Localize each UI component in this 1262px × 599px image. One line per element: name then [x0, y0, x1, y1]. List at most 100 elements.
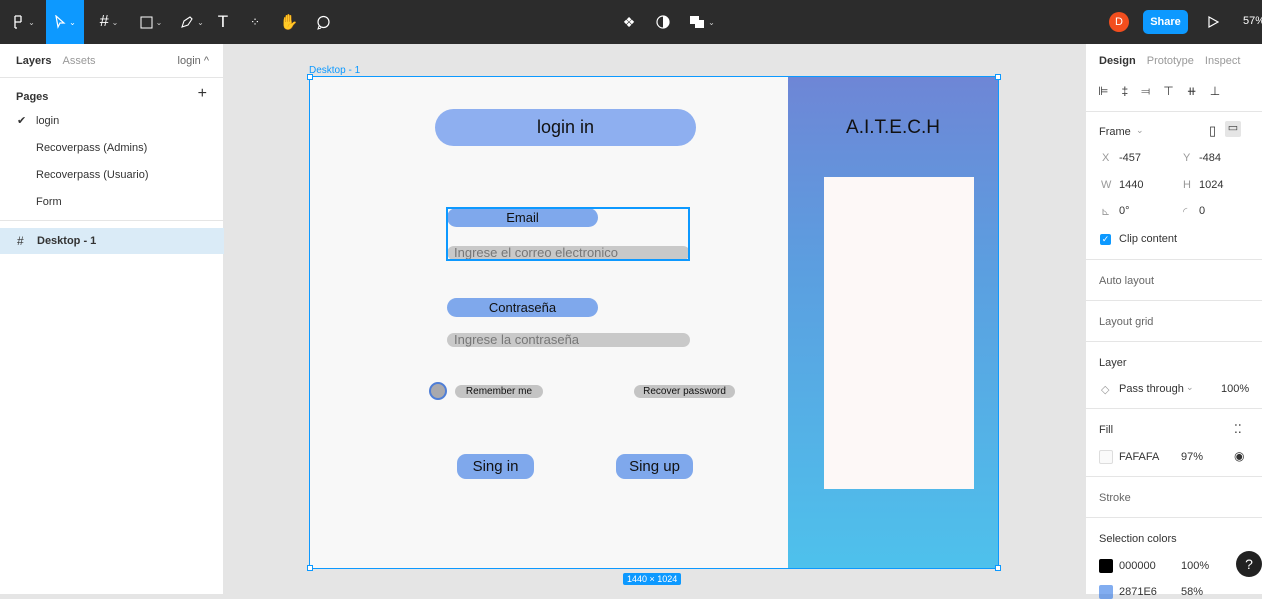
divider [0, 220, 224, 221]
divider [1086, 300, 1262, 301]
frame-icon: # [17, 234, 24, 248]
h-field[interactable]: 1024 [1199, 179, 1223, 191]
eye-icon[interactable]: ◉ [1234, 449, 1244, 463]
pen-tool-button[interactable]: ⌄ [172, 0, 212, 44]
login-title-pill[interactable]: login in [435, 109, 696, 146]
align-left-icon[interactable]: ⊫ [1098, 84, 1108, 99]
page-item-form[interactable]: Form [36, 196, 62, 208]
recover-password-pill[interactable]: Recover password [634, 385, 735, 398]
y-key: Y [1183, 152, 1191, 164]
page-selector[interactable]: login ^ [178, 55, 209, 67]
landscape-icon[interactable]: ▭ [1225, 121, 1241, 137]
fill-swatch[interactable] [1099, 450, 1113, 464]
check-icon: ✔ [17, 115, 27, 127]
y-field[interactable]: -484 [1199, 152, 1221, 164]
sign-in-button[interactable]: Sing in [457, 454, 534, 479]
resize-handle[interactable] [307, 565, 313, 571]
add-page-button[interactable]: + [198, 85, 207, 103]
share-button[interactable]: Share [1143, 10, 1188, 34]
resize-handle[interactable] [995, 565, 1001, 571]
right-panel: Design Prototype Inspect ⊫ ‡ ⫤ ⊤ ⧺ ⊥ Fra… [1085, 44, 1262, 599]
frame-section-title[interactable]: Frame [1099, 126, 1131, 138]
frame-label[interactable]: Desktop - 1 [309, 65, 360, 76]
rotation-field[interactable]: 0° [1119, 205, 1130, 217]
blend-mode-select[interactable]: Pass through [1119, 383, 1184, 395]
selection-colors-title: Selection colors [1099, 533, 1177, 545]
main-menu-button[interactable]: ⌄ [0, 0, 46, 44]
align-center-icon[interactable]: ‡ [1121, 84, 1128, 99]
tab-prototype[interactable]: Prototype [1147, 55, 1194, 67]
page-item-recoverpass-usuario[interactable]: Recoverpass (Usuario) [36, 169, 148, 181]
chevron-down-icon[interactable]: ⌄ [1186, 382, 1194, 393]
right-panel-tabs: Design Prototype Inspect [1099, 55, 1240, 67]
tab-layers[interactable]: Layers [16, 55, 51, 67]
play-icon [1207, 16, 1219, 28]
corner-radius-icon: ◜ [1183, 206, 1188, 218]
page-item-recoverpass-admins[interactable]: Recoverpass (Admins) [36, 142, 147, 154]
frame-tool-button[interactable]: # ⌄ [90, 0, 128, 44]
brand-title[interactable]: A.I.T.E.C.H [788, 117, 998, 139]
radius-field[interactable]: 0 [1199, 205, 1205, 217]
sign-up-button[interactable]: Sing up [616, 454, 693, 479]
fill-opacity-field[interactable]: 97% [1181, 451, 1203, 463]
hand-tool-button[interactable]: ✋ [278, 0, 300, 44]
layer-row-desktop[interactable]: # Desktop - 1 [0, 228, 224, 254]
color-hex[interactable]: 2871E6 [1119, 586, 1157, 598]
color-opacity[interactable]: 100% [1181, 560, 1209, 572]
auto-layout-section[interactable]: Auto layout [1099, 275, 1154, 287]
help-button[interactable]: ? [1236, 551, 1262, 577]
x-field[interactable]: -457 [1119, 152, 1141, 164]
resources-button[interactable]: ⁘ [244, 0, 266, 44]
zoom-level[interactable]: 57% [1243, 15, 1262, 27]
remember-me-pill[interactable]: Remember me [455, 385, 543, 398]
tab-inspect[interactable]: Inspect [1205, 55, 1240, 67]
align-middle-icon[interactable]: ⧺ [1187, 84, 1197, 99]
password-input[interactable]: Ingrese la contraseña [447, 333, 690, 347]
divider [1086, 408, 1262, 409]
selection-box [446, 207, 690, 261]
color-hex[interactable]: 000000 [1119, 560, 1156, 572]
color-opacity[interactable]: 58% [1181, 586, 1203, 598]
color-swatch-blue[interactable] [1099, 585, 1113, 599]
align-top-icon[interactable]: ⊤ [1163, 84, 1173, 99]
layer-opacity-field[interactable]: 100% [1221, 383, 1249, 395]
layer-section-title: Layer [1099, 357, 1127, 369]
h-key: H [1183, 179, 1191, 191]
remember-radio[interactable] [429, 382, 447, 400]
align-bottom-icon[interactable]: ⊥ [1210, 84, 1220, 99]
divider [1086, 517, 1262, 518]
rotation-icon: ⊾ [1101, 206, 1111, 218]
page-item-login[interactable]: login [36, 115, 59, 127]
styles-grid-icon[interactable]: ⁚⁚ [1234, 422, 1242, 436]
w-field[interactable]: 1440 [1119, 179, 1143, 191]
layout-grid-section[interactable]: Layout grid [1099, 316, 1153, 328]
boolean-button[interactable]: ⌄ [684, 0, 720, 44]
shape-tool-button[interactable]: ⌄ [132, 0, 170, 44]
mask-button[interactable] [652, 0, 674, 44]
move-tool-button[interactable]: ⌄ [46, 0, 84, 44]
portrait-icon[interactable]: ▯ [1209, 123, 1216, 139]
align-right-icon[interactable]: ⫤ [1141, 84, 1150, 99]
fill-hex-field[interactable]: FAFAFA [1119, 451, 1159, 463]
password-label-pill[interactable]: Contraseña [447, 298, 598, 317]
present-button[interactable] [1202, 0, 1224, 44]
tab-design[interactable]: Design [1099, 55, 1136, 67]
text-icon: T [217, 12, 229, 31]
avatar[interactable]: D [1109, 12, 1129, 32]
color-swatch-black[interactable] [1099, 559, 1113, 573]
resize-handle[interactable] [307, 74, 313, 80]
chevron-down-icon[interactable]: ⌄ [1136, 125, 1144, 136]
divider [1086, 259, 1262, 260]
tab-assets[interactable]: Assets [63, 55, 96, 67]
comment-tool-button[interactable] [312, 0, 334, 44]
white-card[interactable] [824, 177, 974, 489]
hand-icon: ✋ [279, 14, 299, 31]
resize-handle[interactable] [995, 74, 1001, 80]
alignment-toolbar: ⊫ ‡ ⫤ ⊤ ⧺ ⊥ [1098, 84, 1220, 99]
component-button[interactable]: ❖ [618, 0, 640, 44]
stroke-section[interactable]: Stroke [1099, 492, 1131, 504]
text-tool-button[interactable]: T [212, 0, 234, 44]
hash-frame-icon: # [99, 13, 109, 30]
clip-content-checkbox[interactable]: ✓ [1100, 234, 1111, 245]
comment-icon [316, 15, 330, 30]
